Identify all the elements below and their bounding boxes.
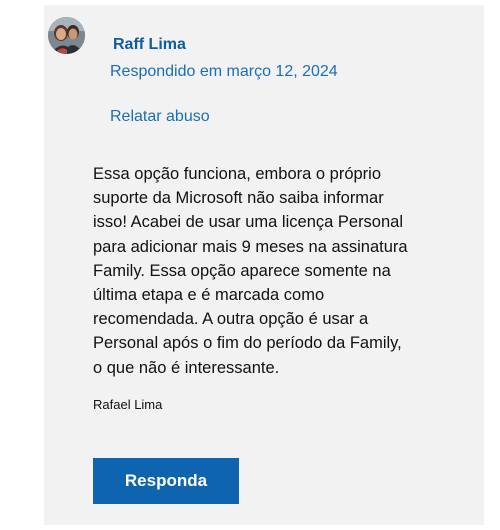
user-avatar[interactable] (48, 17, 85, 54)
author-name-link[interactable]: Raff Lima (113, 36, 186, 54)
avatar-photo (48, 17, 85, 54)
reply-button[interactable]: Responda (93, 458, 239, 504)
report-abuse-link[interactable]: Relatar abuso (110, 108, 210, 126)
reply-date: Respondido em março 12, 2024 (110, 63, 338, 80)
post-signature: Rafael Lima (93, 397, 163, 412)
post-body: Essa opção funciona, embora o próprio su… (93, 165, 408, 377)
